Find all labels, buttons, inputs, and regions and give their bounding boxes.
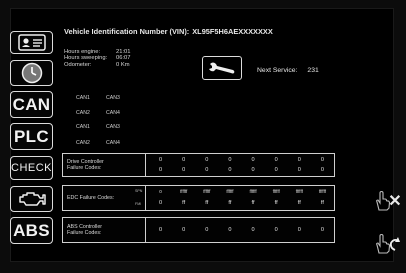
edc-spn-cell: ffffff [318, 189, 327, 194]
wrench-icon [209, 62, 235, 74]
fmi-label: FMI [135, 202, 142, 206]
edc-fmi-cell: ff [228, 200, 232, 206]
vin-value: XL95F5H6AEXXXXXXX [192, 27, 273, 36]
drive-row-2: 0 0 0 0 0 0 0 0 [149, 167, 334, 173]
edc-spn-cell: ffffff [295, 189, 303, 194]
drive-cell: 0 [228, 157, 232, 163]
edc-spn-row: 0 ffffff ffffff ffffff ffffff ffffff fff… [149, 189, 334, 194]
odometer-label: Odometer: [64, 61, 92, 68]
check-button-label: CHECK [11, 162, 53, 174]
edc-panel: EDC Failure Codes: SPN FMI 0 ffffff ffff… [62, 185, 335, 211]
edc-fmi-cell: ff [182, 200, 186, 206]
edc-fmi-cell: ff [274, 200, 278, 206]
can-button[interactable]: CAN [10, 91, 53, 118]
hand-back-icon [376, 233, 400, 254]
service-button[interactable] [202, 56, 242, 80]
engine-check-button[interactable] [10, 186, 53, 212]
drive-cell: 0 [320, 167, 324, 173]
vin-line: Vehicle Identification Number (VIN): XL95… [64, 27, 276, 36]
abs-cell: 0 [320, 227, 324, 233]
plc-can3-label: CAN3 [106, 124, 120, 130]
drive-cell: 0 [159, 167, 163, 173]
plc-can1-label: CAN1 [76, 124, 90, 130]
abs-cell: 0 [182, 227, 186, 233]
engine-warning-icon [18, 192, 46, 206]
can-button-label: CAN [12, 94, 51, 114]
check-button[interactable]: CHECK [10, 156, 53, 180]
abs-cell: 0 [274, 227, 278, 233]
edc-fmi-cell: ff [320, 200, 324, 206]
next-service-label: Next Service: [257, 67, 298, 74]
edc-spn-cell: ffffff [249, 189, 257, 194]
plc-can4-label: CAN4 [106, 140, 120, 146]
abs-cell: 0 [205, 227, 209, 233]
edc-spn-cell: ffffff [203, 189, 211, 194]
odometer-value: 0 Km [116, 61, 130, 68]
edc-label: EDC Failure Codes: [67, 195, 115, 201]
close-x-icon: ✕ [388, 193, 402, 210]
can4-label: CAN4 [106, 110, 120, 116]
abs-cell: 0 [297, 227, 301, 233]
can2-label: CAN2 [76, 110, 90, 116]
edc-spn-cell: ffffff [272, 189, 280, 194]
next-service-value: 231 [307, 67, 319, 74]
edc-spn-cell: ffffff [180, 189, 188, 194]
id-card-icon [17, 34, 46, 51]
drive-cell: 0 [274, 167, 278, 173]
abs-button-label: ABS [13, 220, 50, 240]
abs-button[interactable]: ABS [10, 217, 53, 244]
hours-button[interactable] [10, 60, 53, 86]
edc-fmi-cell: ff [251, 200, 255, 206]
drive-cell: 0 [228, 167, 232, 173]
edc-fmi-cell: ff [297, 200, 301, 206]
abs-cell: 0 [159, 227, 163, 233]
drive-separator [145, 154, 146, 176]
back-button[interactable] [374, 232, 402, 256]
abs-controller-panel: ABS Controller Failure Codes: 0 0 0 0 0 … [62, 217, 335, 243]
hours-info: Hours engine: 21:01 Hours sweeping: 06:07 … [64, 49, 146, 68]
abs-separator [145, 218, 146, 242]
drive-controller-label: Drive Controller Failure Codes: [67, 159, 104, 171]
close-button[interactable]: ✕ [374, 189, 402, 213]
abs-controller-label: ABS Controller Failure Codes: [67, 224, 102, 236]
edc-fmi-row: 0 ff ff ff ff ff ff ff [149, 200, 334, 206]
drive-row-1: 0 0 0 0 0 0 0 0 [149, 157, 334, 163]
edc-separator [145, 186, 146, 210]
can3-label: CAN3 [106, 95, 120, 101]
next-service: Next Service: 231 [257, 67, 319, 74]
abs-label-line2: Failure Codes: [67, 230, 102, 237]
plc-button[interactable]: PLC [10, 123, 53, 150]
drive-cell: 0 [205, 157, 209, 163]
drive-cell: 0 [297, 157, 301, 163]
drive-cell: 0 [182, 167, 186, 173]
drive-controller-panel: Drive Controller Failure Codes: 0 0 0 0 … [62, 153, 335, 177]
edc-fmi-cell: ff [205, 200, 209, 206]
drive-cell: 0 [251, 167, 255, 173]
abs-cell: 0 [251, 227, 255, 233]
drive-cell: 0 [297, 167, 301, 173]
drive-cell: 0 [320, 157, 324, 163]
drive-cell: 0 [251, 157, 255, 163]
drive-cell: 0 [182, 157, 186, 163]
drive-label-line2: Failure Codes: [67, 165, 102, 172]
edc-fmi-cell: 0 [159, 200, 163, 206]
drive-cell: 0 [205, 167, 209, 173]
edc-spn-cell: ffffff [226, 189, 234, 194]
drive-cell: 0 [159, 157, 163, 163]
plc-button-label: PLC [14, 126, 49, 146]
vin-label: Vehicle Identification Number (VIN): [64, 27, 190, 36]
edc-spn-cell: 0 [159, 189, 162, 194]
vehicle-id-button[interactable] [10, 31, 53, 54]
clock-icon [21, 62, 42, 84]
spn-label: SPN [135, 189, 143, 193]
can1-label: CAN1 [76, 95, 90, 101]
abs-cell: 0 [228, 227, 232, 233]
plc-can2-label: CAN2 [76, 140, 90, 146]
drive-cell: 0 [274, 157, 278, 163]
abs-row: 0 0 0 0 0 0 0 0 [149, 227, 334, 233]
